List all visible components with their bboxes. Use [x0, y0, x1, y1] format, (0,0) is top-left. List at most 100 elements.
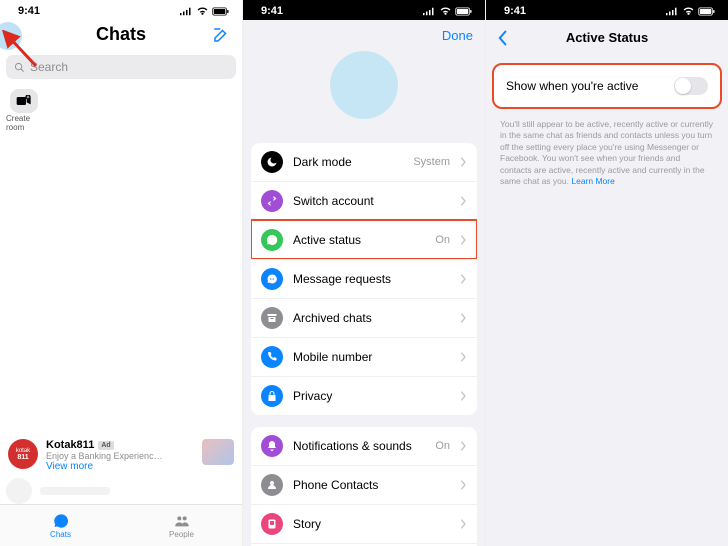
rooms-row: Create room — [0, 87, 242, 141]
settings-row-switch-account[interactable]: Switch account — [251, 181, 477, 220]
ad-subtitle: Enjoy a Banking Experience like nev... — [46, 451, 166, 461]
ad-text: Kotak811 Ad Enjoy a Banking Experience l… — [46, 439, 194, 472]
ad-image — [202, 439, 234, 465]
status-indicators — [422, 7, 473, 16]
video-plus-icon — [10, 89, 38, 113]
settings-row-archived-chats[interactable]: Archived chats — [251, 298, 477, 337]
done-button[interactable]: Done — [442, 28, 473, 43]
bubble-icon — [261, 229, 283, 251]
screen-active-status: 9:41 Active Status Show when you're acti… — [485, 0, 728, 546]
compose-icon[interactable] — [212, 26, 230, 44]
screen-chats: 9:41 Chats Search Create room kotak811 — [0, 0, 242, 546]
sponsored-row[interactable]: kotak811 Kotak811 Ad Enjoy a Banking Exp… — [0, 435, 242, 476]
ghost-row — [6, 480, 236, 502]
settings-row-phone-contacts[interactable]: Phone Contacts — [251, 465, 477, 504]
status-time: 9:41 — [261, 5, 283, 17]
status-indicators — [665, 7, 716, 16]
settings-row-active-status[interactable]: Active status On — [251, 220, 477, 259]
settings-row-mobile-number[interactable]: Mobile number — [251, 337, 477, 376]
status-time: 9:41 — [18, 5, 40, 17]
status-bar: 9:41 — [486, 0, 728, 20]
tab-people[interactable]: People — [121, 505, 242, 546]
screen-settings: 9:41 Done Dark mode System Switch account A… — [242, 0, 485, 546]
row-label: Mobile number — [293, 350, 450, 364]
battery-icon — [698, 7, 716, 16]
row-value: On — [435, 440, 450, 452]
status-bar: 9:41 — [243, 0, 485, 20]
row-label: Active status — [293, 233, 425, 247]
settings-group-2: Notifications & sounds On Phone Contacts St… — [251, 427, 477, 546]
page-title: Chats — [10, 24, 232, 45]
battery-icon — [212, 7, 230, 16]
settings-row-message-requests[interactable]: Message requests — [251, 259, 477, 298]
help-text: You'll still appear to be active, recent… — [486, 115, 728, 192]
row-label: Switch account — [293, 194, 450, 208]
settings-row-story[interactable]: Story — [251, 504, 477, 543]
tab-chats[interactable]: Chats — [0, 505, 121, 546]
learn-more-link[interactable]: Learn More — [571, 176, 614, 186]
profile-avatar[interactable] — [0, 22, 22, 50]
wifi-icon — [439, 7, 452, 16]
row-value: System — [413, 156, 450, 168]
status-indicators — [179, 7, 230, 16]
chevron-right-icon — [460, 480, 467, 490]
chevron-right-icon — [460, 519, 467, 529]
chevron-right-icon — [460, 235, 467, 245]
swap-icon — [261, 190, 283, 212]
signal-icon — [665, 7, 679, 16]
active-status-header: Active Status — [486, 20, 728, 59]
people-icon — [173, 513, 191, 529]
settings-row-notifications-sounds[interactable]: Notifications & sounds On — [251, 427, 477, 465]
chevron-right-icon — [460, 391, 467, 401]
lock-icon — [261, 385, 283, 407]
search-placeholder: Search — [30, 60, 68, 74]
show-active-toggle-row[interactable]: Show when you're active — [494, 65, 720, 107]
back-chevron-icon[interactable] — [496, 30, 510, 46]
search-icon — [14, 62, 25, 73]
chevron-right-icon — [460, 441, 467, 451]
chats-header: Chats — [0, 20, 242, 51]
profile-avatar-large[interactable] — [330, 51, 398, 119]
signal-icon — [422, 7, 436, 16]
battery-icon — [455, 7, 473, 16]
contacts-icon — [261, 474, 283, 496]
search-input[interactable]: Search — [6, 55, 236, 79]
ad-cta[interactable]: View more — [46, 461, 194, 472]
wifi-icon — [196, 7, 209, 16]
page-title: Active Status — [566, 30, 648, 45]
chevron-right-icon — [460, 274, 467, 284]
signal-icon — [179, 7, 193, 16]
status-time: 9:41 — [504, 5, 526, 17]
row-value: On — [435, 234, 450, 246]
done-row: Done — [243, 20, 485, 43]
row-label: Notifications & sounds — [293, 439, 425, 453]
settings-row-privacy[interactable]: Privacy — [251, 376, 477, 415]
chevron-right-icon — [460, 313, 467, 323]
status-bar: 9:41 — [0, 0, 242, 20]
tab-bar: Chats People — [0, 504, 242, 546]
chevron-right-icon — [460, 196, 467, 206]
toggle-switch[interactable] — [674, 77, 708, 95]
chevron-right-icon — [460, 352, 467, 362]
row-label: Dark mode — [293, 155, 403, 169]
row-label: Message requests — [293, 272, 450, 286]
ad-title: Kotak811 — [46, 439, 94, 451]
create-room-label: Create room — [6, 115, 42, 133]
row-label: Story — [293, 517, 450, 531]
story-icon — [261, 513, 283, 535]
settings-row-dark-mode[interactable]: Dark mode System — [251, 143, 477, 181]
create-room-button[interactable]: Create room — [6, 89, 42, 133]
tab-chats-label: Chats — [50, 530, 71, 539]
settings-group-1: Dark mode System Switch account Active stat… — [251, 143, 477, 415]
row-label: Privacy — [293, 389, 450, 403]
message-icon — [261, 268, 283, 290]
ad-badge: Ad — [98, 441, 113, 450]
chevron-right-icon — [460, 157, 467, 167]
show-active-label: Show when you're active — [506, 79, 638, 93]
tab-people-label: People — [169, 530, 194, 539]
archive-icon — [261, 307, 283, 329]
bell-icon — [261, 435, 283, 457]
phone-icon — [261, 346, 283, 368]
row-label: Archived chats — [293, 311, 450, 325]
row-label: Phone Contacts — [293, 478, 450, 492]
